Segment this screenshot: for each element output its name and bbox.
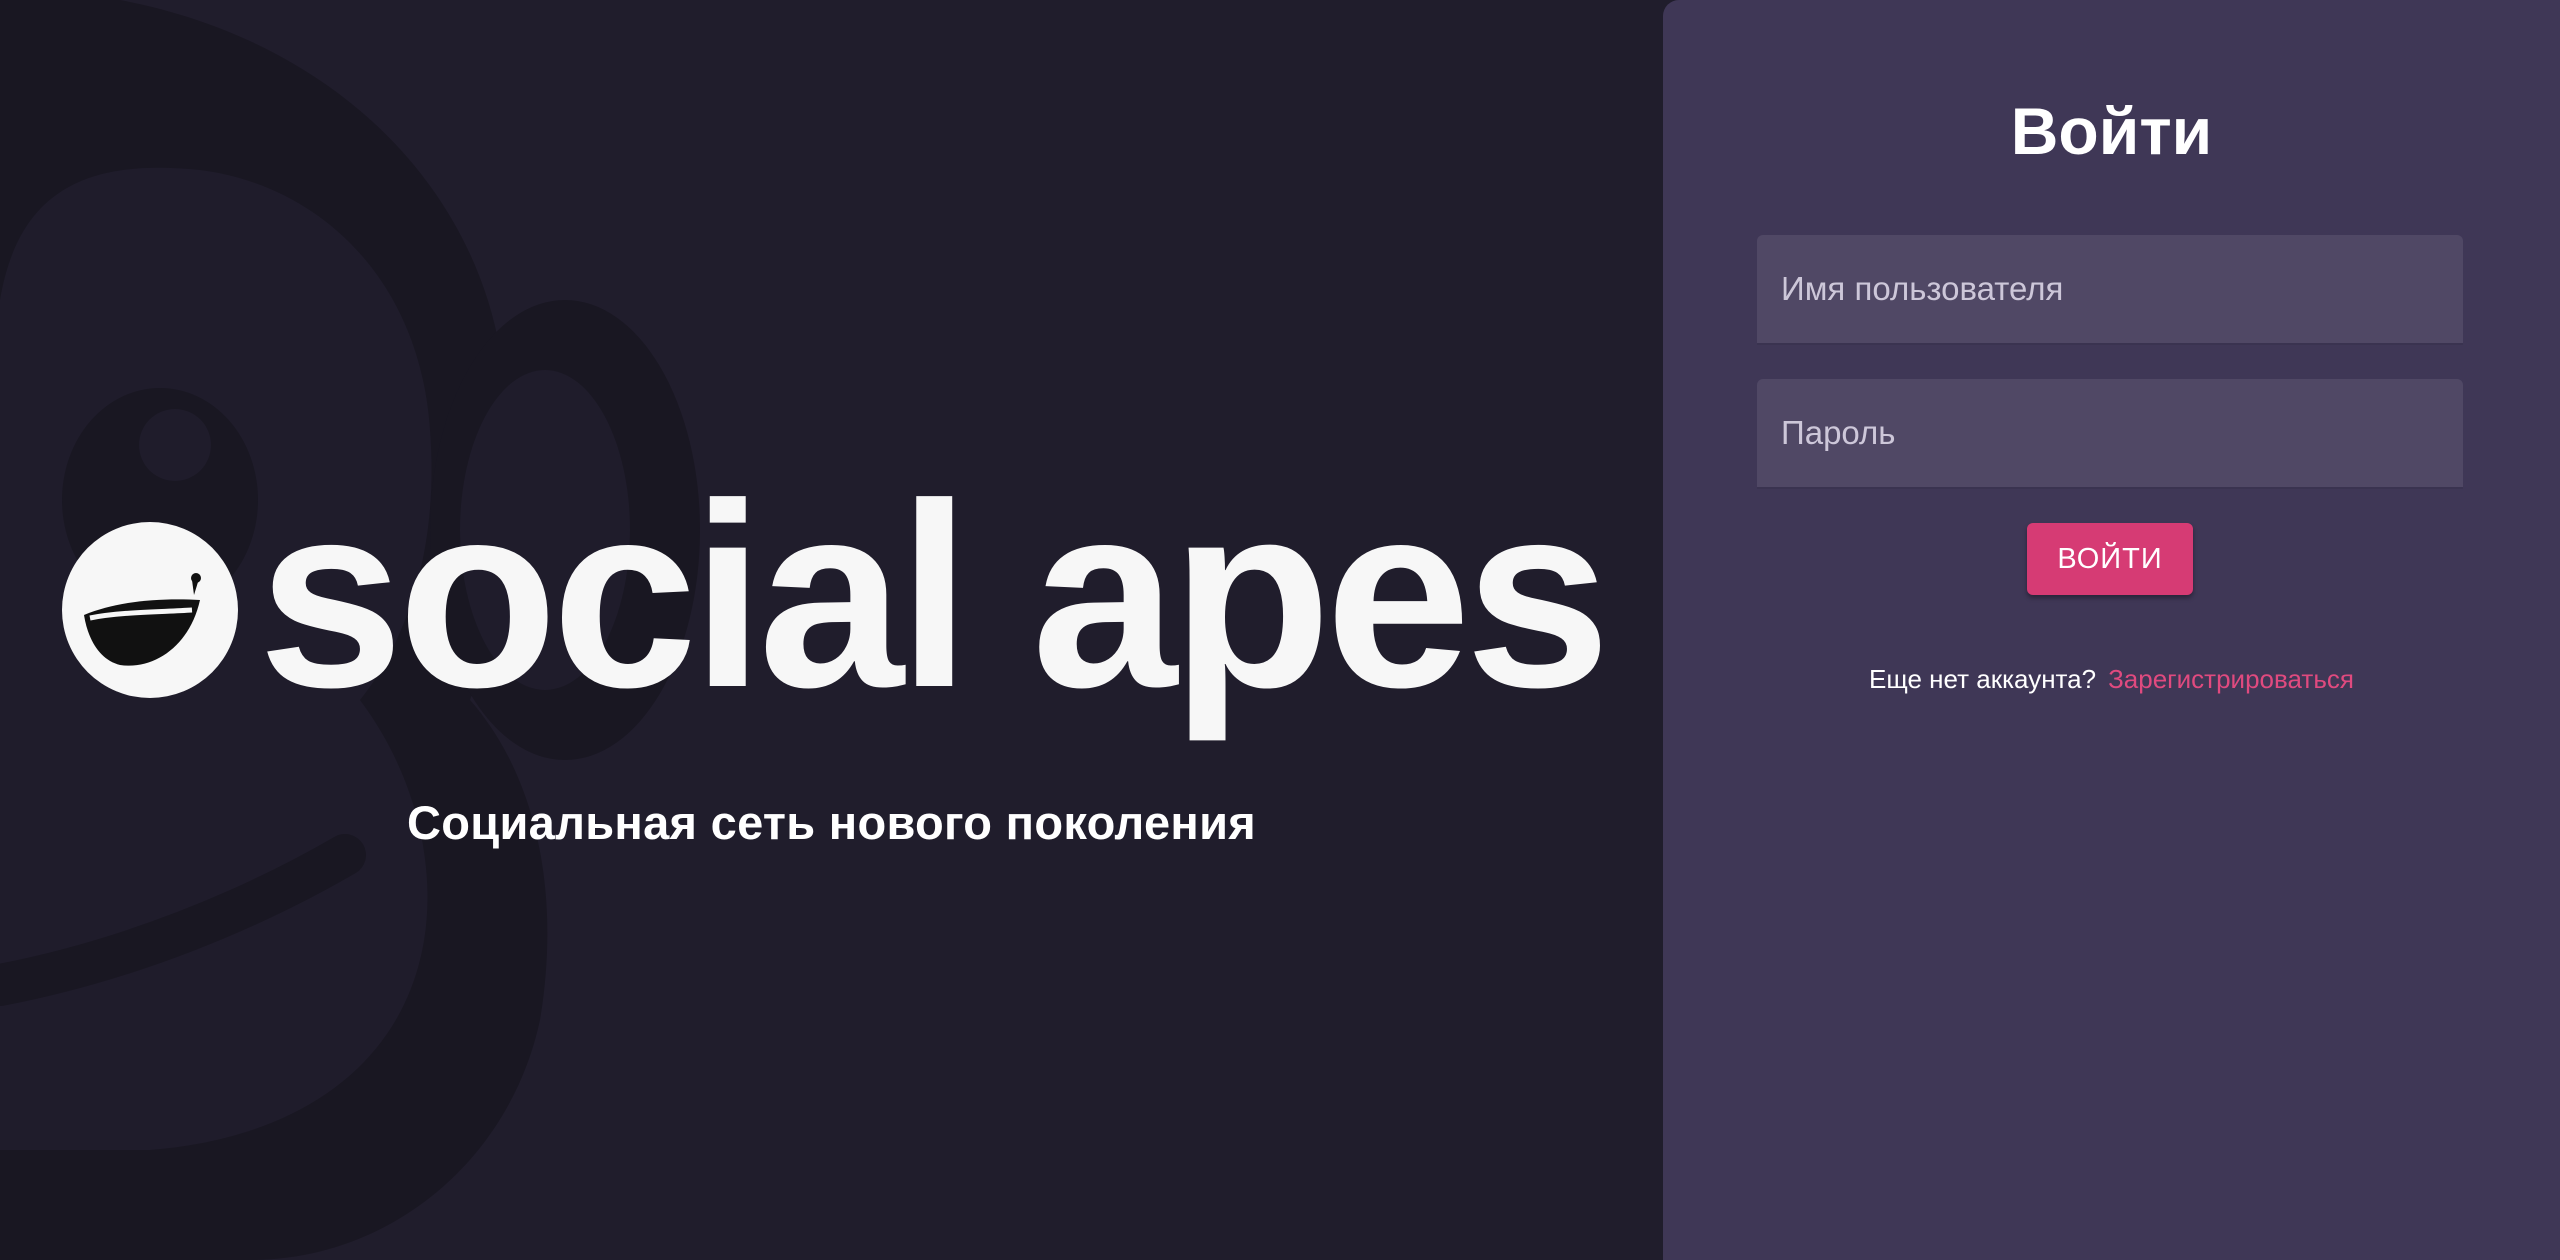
signup-link[interactable]: Зарегистрироваться xyxy=(2108,664,2354,694)
hero-section: social apes Социальная сеть нового покол… xyxy=(0,0,1663,1260)
login-button[interactable]: ВОЙТИ xyxy=(2027,523,2193,595)
username-input[interactable] xyxy=(1757,235,2463,343)
signup-prompt: Еще нет аккаунта? xyxy=(1869,664,2097,694)
login-page: social apes Социальная сеть нового покол… xyxy=(0,0,2560,1260)
brand-logo-lockup: social apes xyxy=(60,465,1611,750)
login-panel: Войти ВОЙТИ Еще нет аккаунта? Зарегистрир… xyxy=(1663,0,2560,1260)
username-field xyxy=(1757,235,2463,345)
brand-tagline: Социальная сеть нового поколения xyxy=(407,796,1256,849)
password-input[interactable] xyxy=(1757,379,2463,487)
signup-row: Еще нет аккаунта? Зарегистрироваться xyxy=(1663,662,2560,696)
password-field xyxy=(1757,379,2463,489)
ape-face-icon xyxy=(62,522,238,698)
login-title: Войти xyxy=(2010,94,2213,168)
brand-wordmark: social apes xyxy=(258,449,1611,742)
